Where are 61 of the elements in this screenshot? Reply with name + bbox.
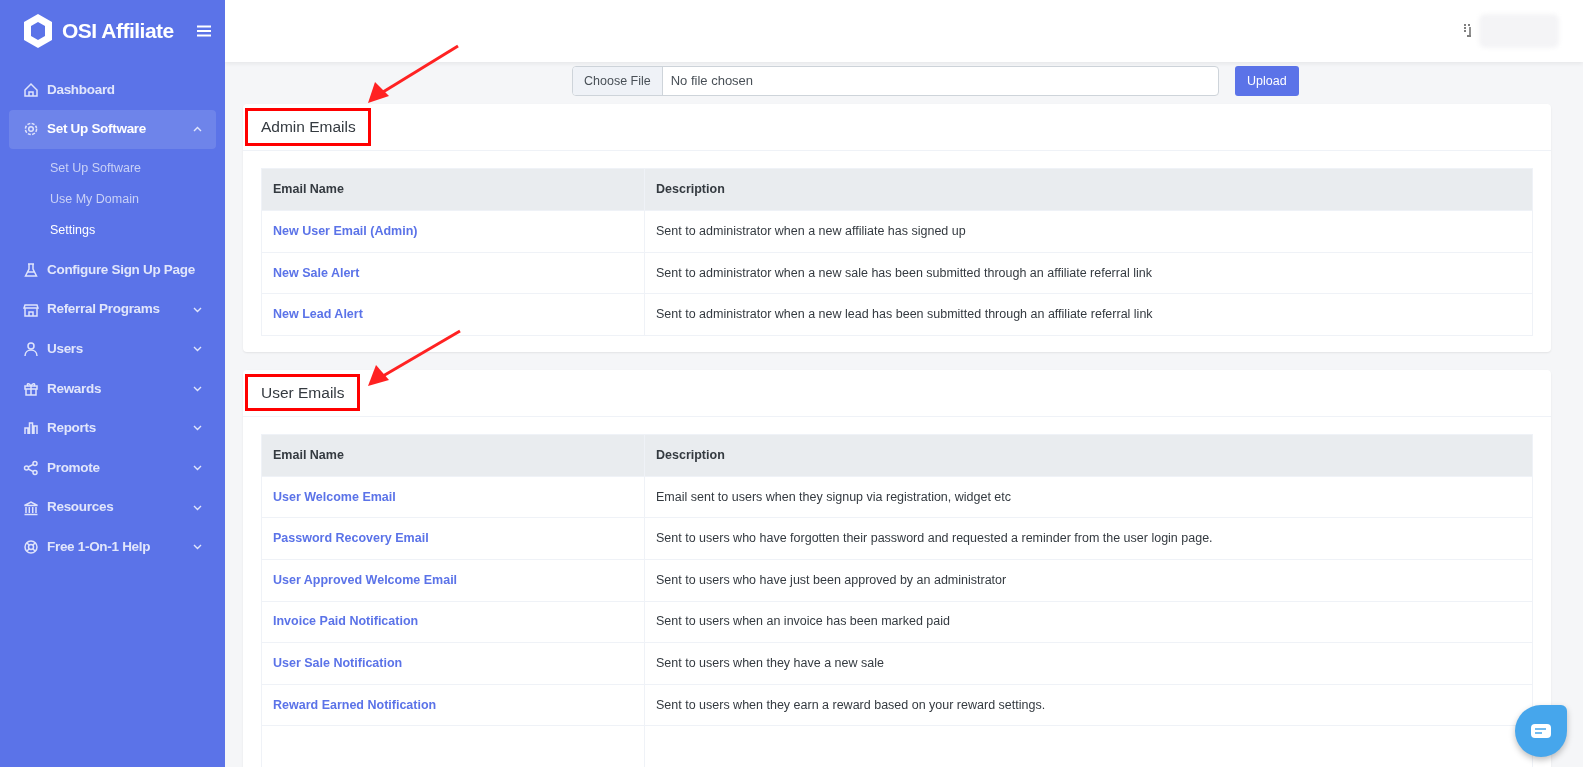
sidebar-item[interactable]: Promote bbox=[9, 448, 216, 488]
lifebuoy-icon bbox=[23, 539, 39, 556]
email-name-link[interactable]: User Sale Notification bbox=[273, 656, 403, 671]
bar-chart-icon bbox=[23, 420, 39, 437]
settings-icon bbox=[23, 121, 39, 138]
table-cell: Email sent to users when they signup via registration, widget etc bbox=[644, 476, 1533, 518]
sidebar-subitem[interactable]: Set Up Software bbox=[0, 153, 225, 185]
user-icon bbox=[23, 341, 39, 358]
hexagon-logo-icon bbox=[22, 13, 54, 49]
chevron-down-icon bbox=[193, 306, 202, 313]
sidebar-item[interactable]: Reports bbox=[9, 408, 216, 449]
sidebar-item[interactable]: Users bbox=[9, 329, 216, 369]
chevron-down-icon bbox=[193, 346, 202, 353]
store-icon bbox=[23, 301, 39, 318]
chat-button[interactable] bbox=[1515, 705, 1567, 757]
share-icon bbox=[23, 459, 39, 476]
email-name-link[interactable]: Reward Earned Notification bbox=[273, 697, 437, 712]
chevron-down-icon bbox=[193, 464, 202, 471]
sidebar-item[interactable]: Free 1-On-1 Help bbox=[9, 527, 216, 567]
table-cell: Sent to users who have forgotten their password and requested a reminder from the user login page. bbox=[644, 517, 1533, 560]
email-name-link[interactable]: User Approved Welcome Email bbox=[273, 572, 458, 587]
sidebar-subitem[interactable]: Settings bbox=[0, 215, 225, 247]
upload-button[interactable]: Upload bbox=[1235, 66, 1299, 96]
column-header: Description bbox=[644, 434, 1533, 477]
chevron-down-icon bbox=[193, 425, 202, 432]
email-name-link[interactable]: New Sale Alert bbox=[273, 265, 360, 280]
sidebar-item[interactable]: Resources bbox=[9, 487, 216, 528]
highlight-box: Admin Emails bbox=[245, 108, 371, 146]
table-cell: Sent to administrator when a new lead has been submitted through an affiliate referral link bbox=[644, 293, 1533, 336]
sidebar-item[interactable]: Referral Programs bbox=[9, 289, 216, 330]
sidebar-item[interactable]: Configure Sign Up Page bbox=[9, 250, 216, 290]
table-cell: Sent to users who have just been approved by an administrator bbox=[644, 559, 1533, 602]
email-name-link[interactable]: User Welcome Email bbox=[273, 489, 396, 504]
sidebar-item[interactable]: Dashboard bbox=[9, 70, 216, 110]
email-name-link[interactable]: Invoice Paid Notification bbox=[273, 614, 419, 629]
highlight-box: User Emails bbox=[245, 374, 360, 412]
column-header: Description bbox=[644, 168, 1533, 211]
chevron-down-icon bbox=[193, 504, 202, 511]
bank-icon bbox=[23, 499, 39, 516]
sidebar-subitem[interactable]: Use My Domain bbox=[0, 184, 225, 216]
chevron-down-icon bbox=[193, 544, 202, 551]
column-header: Email Name bbox=[261, 168, 645, 211]
email-name-link[interactable]: Password Recovery Email bbox=[273, 531, 429, 546]
email-name-link[interactable]: New User Email (Admin) bbox=[273, 223, 418, 238]
column-header: Email Name bbox=[261, 434, 645, 477]
flask-icon bbox=[23, 262, 39, 278]
menu-icon[interactable] bbox=[197, 25, 211, 37]
table-cell: Sent to administrator when a new affiliate has signed up bbox=[644, 210, 1533, 253]
table-cell: Sent to users when they have a new sale bbox=[644, 642, 1533, 685]
chevron-down-icon bbox=[193, 385, 202, 392]
gift-icon bbox=[23, 380, 39, 397]
table-cell: Sent to users when an invoice has been marked paid bbox=[644, 601, 1533, 643]
email-name-link[interactable]: New Lead Alert bbox=[273, 307, 363, 322]
table-cell: Sent to administrator when a new sale has been submitted through an affiliate referral link bbox=[644, 252, 1533, 294]
sidebar-item[interactable]: Rewards bbox=[9, 368, 216, 409]
brand-name: OSI Affiliate bbox=[62, 18, 174, 45]
sidebar-item[interactable]: Set Up Software bbox=[9, 109, 216, 150]
chat-icon bbox=[1530, 723, 1552, 739]
file-input[interactable]: Choose File No file chosen bbox=[572, 66, 1219, 96]
chevron-up-icon bbox=[193, 126, 202, 133]
home-icon bbox=[23, 81, 39, 98]
